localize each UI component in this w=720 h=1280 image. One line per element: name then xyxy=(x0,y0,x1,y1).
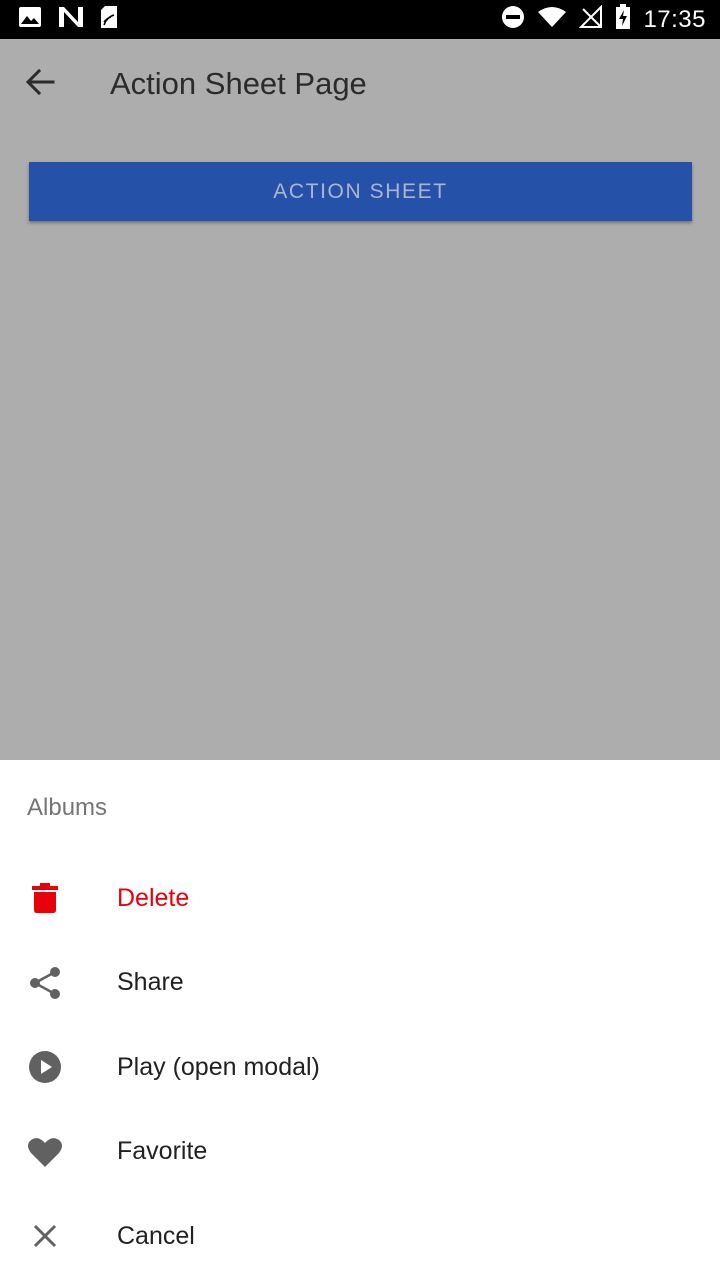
battery-charging-icon xyxy=(615,4,631,35)
action-sheet: Albums Delete Share Play (open modal) Fa… xyxy=(0,760,720,1280)
app-bar: Action Sheet Page xyxy=(0,39,720,129)
status-left-icons xyxy=(18,5,118,34)
sheet-item-label: Share xyxy=(117,968,184,997)
status-right-icons: 17:35 xyxy=(501,4,706,35)
sheet-item-delete[interactable]: Delete xyxy=(0,856,720,941)
share-icon xyxy=(0,941,90,1025)
sheet-item-cancel[interactable]: Cancel xyxy=(0,1194,720,1279)
sheet-item-favorite[interactable]: Favorite xyxy=(0,1110,720,1195)
status-time: 17:35 xyxy=(643,5,706,33)
page-title: Action Sheet Page xyxy=(110,66,367,101)
arrow-back-icon xyxy=(25,68,55,101)
no-signal-icon xyxy=(579,4,603,34)
sd-card-icon xyxy=(100,5,118,34)
sheet-item-label: Delete xyxy=(117,883,190,912)
n-icon xyxy=(58,6,84,33)
sheet-item-share[interactable]: Share xyxy=(0,941,720,1026)
screen: 17:35 Action Sheet Page ACTION SHEET Alb… xyxy=(0,0,720,1280)
close-icon xyxy=(0,1194,90,1278)
sheet-list: Delete Share Play (open modal) Favorite … xyxy=(0,856,720,1279)
play-circle-icon xyxy=(0,1025,90,1109)
wifi-icon xyxy=(537,6,567,33)
back-button[interactable] xyxy=(0,39,80,129)
sheet-title: Albums xyxy=(27,794,108,821)
action-sheet-button[interactable]: ACTION SHEET xyxy=(29,162,692,221)
sheet-item-play[interactable]: Play (open modal) xyxy=(0,1025,720,1110)
sheet-item-label: Favorite xyxy=(117,1137,208,1166)
image-icon xyxy=(18,6,42,33)
heart-icon xyxy=(0,1110,90,1194)
status-bar: 17:35 xyxy=(0,0,720,39)
do-not-disturb-icon xyxy=(501,5,525,34)
sheet-item-label: Play (open modal) xyxy=(117,1052,320,1081)
sheet-item-label: Cancel xyxy=(117,1221,195,1250)
trash-icon xyxy=(0,856,90,940)
